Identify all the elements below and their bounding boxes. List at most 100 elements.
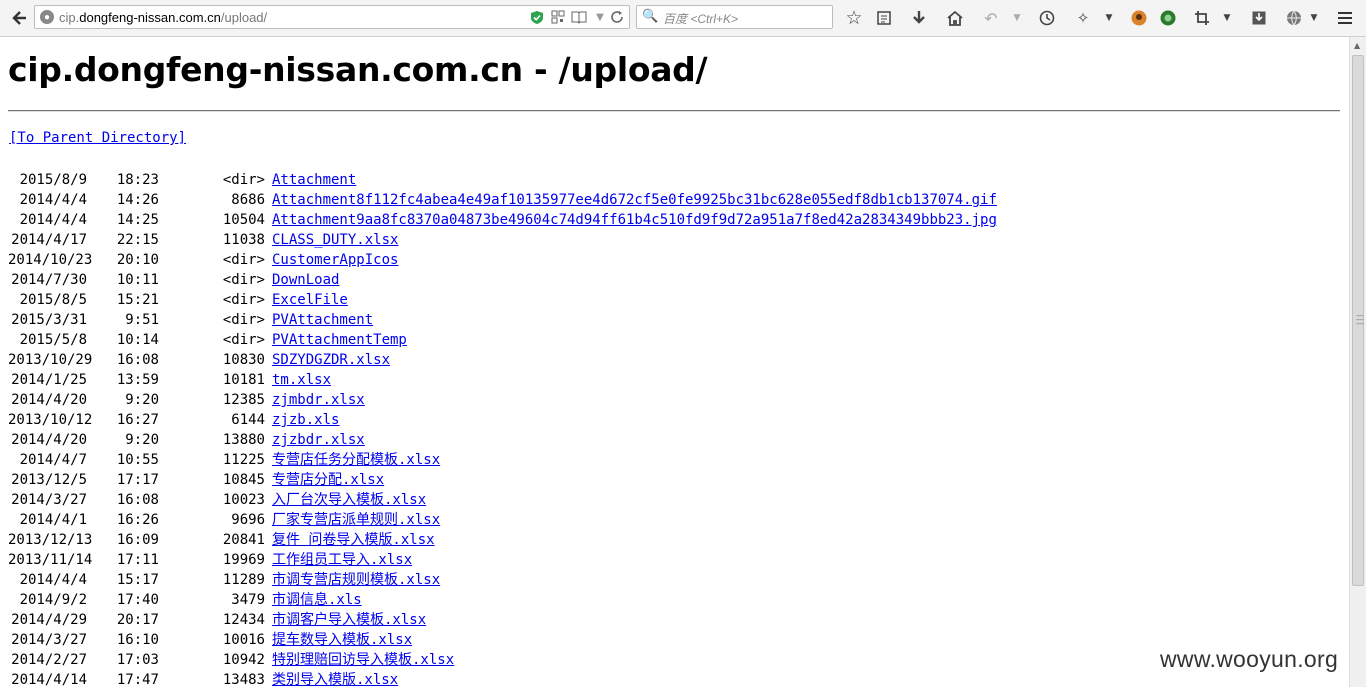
entry-date: 2014/10/23 <box>8 252 93 268</box>
entry-link[interactable]: Attachment9aa8fc8370a04873be49604c74d94f… <box>272 210 997 230</box>
listing-row: 2013/10/29 16:08 10830 SDZYDGZDR.xlsx <box>8 350 1342 370</box>
entry-link[interactable]: SDZYDGZDR.xlsx <box>272 350 390 370</box>
undo-dropdown-icon[interactable]: ▼ <box>1006 7 1028 29</box>
url-prefix: cip. <box>59 10 80 25</box>
entry-size: 13483 <box>222 672 265 687</box>
entry-link[interactable]: 工作组员工导入.xlsx <box>272 550 412 570</box>
entry-link[interactable]: tm.xlsx <box>272 370 331 390</box>
watermark: www.wooyun.org <box>1160 646 1339 672</box>
crop-dropdown-icon[interactable]: ▼ <box>1216 7 1238 29</box>
entry-link[interactable]: PVAttachment <box>272 310 373 330</box>
entry-date: 2014/7/30 <box>11 272 87 288</box>
entry-time: 9:51 <box>125 312 159 328</box>
entry-time: 15:17 <box>116 572 159 588</box>
entry-time: 16:27 <box>116 412 159 428</box>
entry-date: 2014/4/14 <box>11 672 87 687</box>
listing-row: 2013/11/14 17:11 19969 工作组员工导入.xlsx <box>8 550 1342 570</box>
entry-link[interactable]: 提车数导入模板.xlsx <box>272 630 412 650</box>
entry-link[interactable]: Attachment <box>272 170 356 190</box>
site-identity-icon[interactable]: ● <box>40 10 54 24</box>
scrollbar-thumb[interactable]: — — — <box>1352 55 1364 586</box>
green-addon-icon[interactable] <box>1157 7 1179 29</box>
entry-link[interactable]: CustomerAppIcos <box>272 250 398 270</box>
home-icon[interactable] <box>944 7 966 29</box>
entry-time: 16:08 <box>116 352 159 368</box>
entry-size: <dir> <box>222 172 265 188</box>
entry-link[interactable]: 市调客户导入模板.xlsx <box>272 610 426 630</box>
entry-date: 2013/10/12 <box>8 412 93 428</box>
listing-row: 2014/4/20 9:20 13880 zjzbdr.xlsx <box>8 430 1342 450</box>
entry-size: <dir> <box>222 252 265 268</box>
reader-icon[interactable] <box>571 9 587 25</box>
entry-size: 20841 <box>222 532 265 548</box>
crop-icon[interactable] <box>1191 7 1213 29</box>
entry-link[interactable]: 复件 问卷导入模版.xlsx <box>272 530 435 550</box>
entry-link[interactable]: 市调信息.xls <box>272 590 362 610</box>
entry-size: 10181 <box>222 372 265 388</box>
save-icon[interactable] <box>1248 7 1270 29</box>
entry-size: 11038 <box>222 232 265 248</box>
entry-time: 17:03 <box>116 652 159 668</box>
listing-row: 2014/3/27 16:08 10023 入厂台次导入模板.xlsx <box>8 490 1342 510</box>
entry-date: 2014/9/2 <box>19 592 87 608</box>
scroll-up-arrow-icon[interactable]: ▲ <box>1354 41 1360 50</box>
listing-row: 2014/1/25 13:59 10181 tm.xlsx <box>8 370 1342 390</box>
history-icon[interactable] <box>1036 7 1058 29</box>
shield-icon[interactable] <box>529 9 545 25</box>
entry-size: 10016 <box>222 632 265 648</box>
entry-size: 10830 <box>222 352 265 368</box>
search-bar[interactable]: 🔍 百度 <Ctrl+K> <box>636 5 833 29</box>
entry-time: 13:59 <box>116 372 159 388</box>
entry-link[interactable]: 市调专营店规则模板.xlsx <box>272 570 440 590</box>
listing-row: 2014/4/20 9:20 12385 zjmbdr.xlsx <box>8 390 1342 410</box>
url-bar[interactable]: ● cip.dongfeng-nissan.com.cn/upload/ ▼ <box>34 5 630 29</box>
dropdown-icon[interactable]: ▼ <box>592 9 608 25</box>
vertical-scrollbar[interactable]: ▲ — — — <box>1349 37 1366 687</box>
entry-link[interactable]: 专营店任务分配模板.xlsx <box>272 450 440 470</box>
entry-link[interactable]: 入厂台次导入模板.xlsx <box>272 490 426 510</box>
entry-size: 9696 <box>231 512 265 528</box>
download-icon[interactable] <box>908 7 930 29</box>
entry-time: 22:15 <box>116 232 159 248</box>
entry-link[interactable]: 类别导入模版.xlsx <box>272 670 398 687</box>
entry-time: 16:10 <box>116 632 159 648</box>
search-icon: 🔍 <box>642 9 659 24</box>
listing-row: 2015/8/9 18:23 <dir> Attachment <box>8 170 1342 190</box>
search-placeholder: 百度 <Ctrl+K> <box>663 12 739 26</box>
entry-date: 2014/4/4 <box>19 572 87 588</box>
avatar-icon[interactable] <box>1128 7 1150 29</box>
entry-time: 16:09 <box>116 532 159 548</box>
reload-icon[interactable] <box>609 9 625 25</box>
entry-time: 9:20 <box>125 432 159 448</box>
entry-link[interactable]: Attachment8f112fc4abea4e49af10135977ee4d… <box>272 190 997 210</box>
back-icon[interactable] <box>8 7 30 29</box>
qr-icon[interactable] <box>550 9 566 25</box>
entry-link[interactable]: 厂家专营店派单规则.xlsx <box>272 510 440 530</box>
entry-date: 2014/4/20 <box>11 392 87 408</box>
extension-icon[interactable]: ✧ <box>1072 7 1094 29</box>
entry-date: 2014/4/4 <box>19 212 87 228</box>
bookmarks-list-icon[interactable] <box>873 7 895 29</box>
listing-row: 2014/4/29 20:17 12434 市调客户导入模板.xlsx <box>8 610 1342 630</box>
entry-link[interactable]: CLASS_DUTY.xlsx <box>272 230 398 250</box>
parent-directory-link[interactable]: [To Parent Directory] <box>9 130 186 146</box>
listing-row: 2014/4/4 15:17 11289 市调专营店规则模板.xlsx <box>8 570 1342 590</box>
entry-link[interactable]: zjzb.xls <box>272 410 339 430</box>
entry-link[interactable]: zjzbdr.xlsx <box>272 430 365 450</box>
url-text[interactable]: cip.dongfeng-nissan.com.cn/upload/ <box>59 10 267 25</box>
entry-link[interactable]: DownLoad <box>272 270 339 290</box>
globe-dropdown-icon[interactable]: ▼ <box>1303 7 1325 29</box>
entry-size: 13880 <box>222 432 265 448</box>
listing-row: 2014/4/17 22:15 11038 CLASS_DUTY.xlsx <box>8 230 1342 250</box>
entry-link[interactable]: PVAttachmentTemp <box>272 330 407 350</box>
entry-time: 10:11 <box>116 272 159 288</box>
bookmark-star-icon[interactable]: ☆ <box>843 7 865 29</box>
entry-link[interactable]: zjmbdr.xlsx <box>272 390 365 410</box>
entry-date: 2014/3/27 <box>11 492 87 508</box>
entry-link[interactable]: 专营店分配.xlsx <box>272 470 384 490</box>
menu-icon[interactable] <box>1334 7 1356 29</box>
entry-link[interactable]: ExcelFile <box>272 290 348 310</box>
undo-icon[interactable]: ↶ <box>980 7 1002 29</box>
entry-link[interactable]: 特别理赔回访导入模板.xlsx <box>272 650 454 670</box>
extension-dropdown-icon[interactable]: ▼ <box>1098 7 1120 29</box>
